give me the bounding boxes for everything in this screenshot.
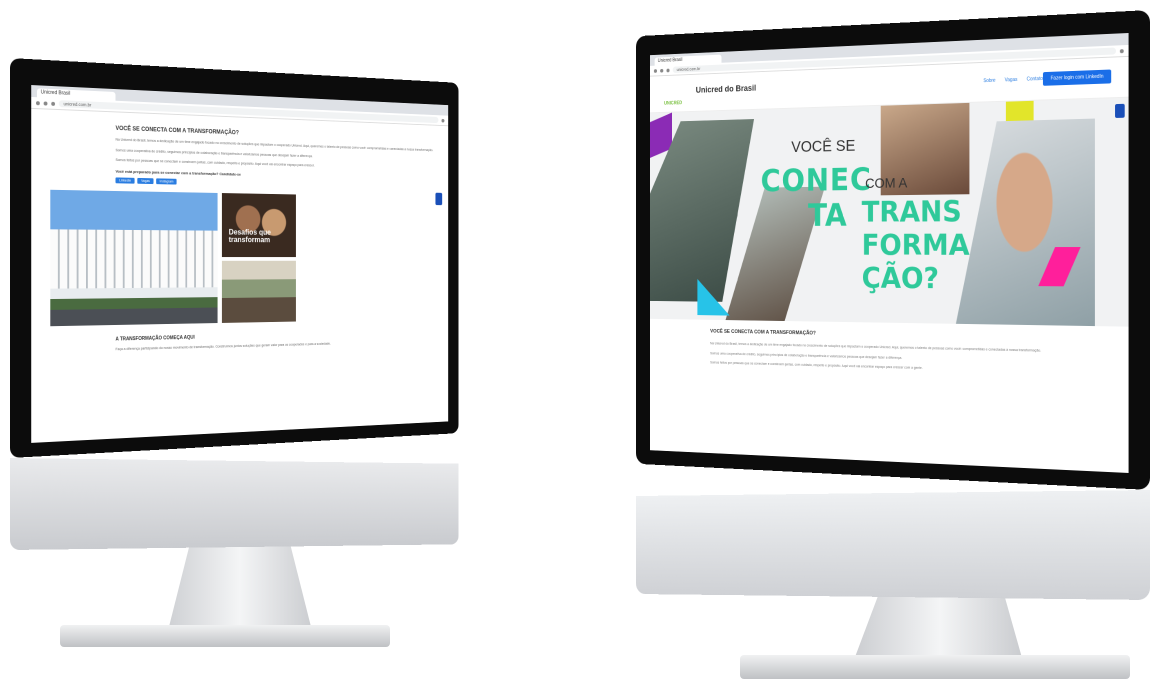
hero-forma: FORMA [862, 229, 970, 263]
left-photo-gallery: Desafios que transformam [50, 189, 434, 327]
forward-icon[interactable] [660, 68, 663, 72]
hero-headline: VOCÊ SE CONEC COM A TA TRANS FORMA ÇÃO? [650, 98, 1129, 327]
reload-icon[interactable] [51, 101, 55, 105]
office-photo [222, 260, 296, 322]
people-photo: Desafios que transformam [222, 193, 296, 257]
right-page-body: VOCÊ SE CONECTA COM A TRANSFORMAÇÃO? Na … [650, 319, 1129, 377]
left-screen: Unicred Brasil unicred.com.br VOCÊ SE CO… [31, 85, 448, 443]
hero-voce-se: VOCÊ SE [791, 137, 855, 157]
hero-banner: VOCÊ SE CONEC COM A TA TRANS FORMA ÇÃO? [650, 98, 1129, 327]
nav-sobre[interactable]: Sobre [983, 78, 995, 84]
right-screen: Unicred Brasil unicred.com.br Unicred do… [650, 33, 1129, 473]
back-icon[interactable] [654, 69, 657, 73]
hero-trans: TRANS [862, 195, 962, 229]
building-photo [50, 189, 217, 325]
nav-contato[interactable]: Contato [1027, 76, 1043, 82]
left-monitor-chin [10, 458, 459, 550]
unicred-logo[interactable]: UNICRED [664, 101, 682, 107]
reload-icon[interactable] [666, 68, 669, 72]
right-monitor: Unicred Brasil unicred.com.br Unicred do… [560, 10, 1150, 490]
hero-ta: TA [808, 197, 847, 234]
site-nav: Sobre Vagas Contato [983, 76, 1043, 84]
right-monitor-chin [636, 490, 1150, 600]
nav-vagas[interactable]: Vagas [1005, 77, 1018, 83]
hero-cao: ÇÃO? [862, 262, 939, 296]
right-heading: VOCÊ SE CONECTA COM A TRANSFORMAÇÃO? [710, 329, 1071, 342]
left-monitor-foot [60, 625, 390, 647]
back-icon[interactable] [36, 101, 40, 105]
left-page-content: VOCÊ SE CONECTA COM A TRANSFORMAÇÃO? Na … [31, 109, 448, 355]
right-monitor-foot [740, 655, 1130, 679]
right-monitor-bezel: Unicred Brasil unicred.com.br Unicred do… [636, 10, 1150, 490]
hero-com-a: COM A [865, 175, 907, 192]
left-monitor: Unicred Brasil unicred.com.br VOCÊ SE CO… [10, 58, 538, 458]
photo-caption: Desafios que transformam [229, 228, 296, 243]
profile-icon[interactable] [1120, 49, 1124, 53]
linkedin-button[interactable]: LinkedIn [115, 177, 134, 183]
accessibility-icon[interactable] [1115, 104, 1125, 118]
profile-icon[interactable] [441, 118, 444, 122]
accessibility-icon[interactable] [435, 193, 442, 205]
vagas-button[interactable]: Vagas [138, 177, 154, 183]
instagram-button[interactable]: Instagram [156, 178, 177, 184]
hero-conec: CONEC [761, 161, 872, 199]
forward-icon[interactable] [44, 101, 48, 105]
site-title: Unicred do Brasil [696, 83, 756, 94]
left-monitor-bezel: Unicred Brasil unicred.com.br VOCÊ SE CO… [10, 58, 459, 458]
linkedin-login-button[interactable]: Fazer login com LinkedIn [1043, 70, 1111, 86]
